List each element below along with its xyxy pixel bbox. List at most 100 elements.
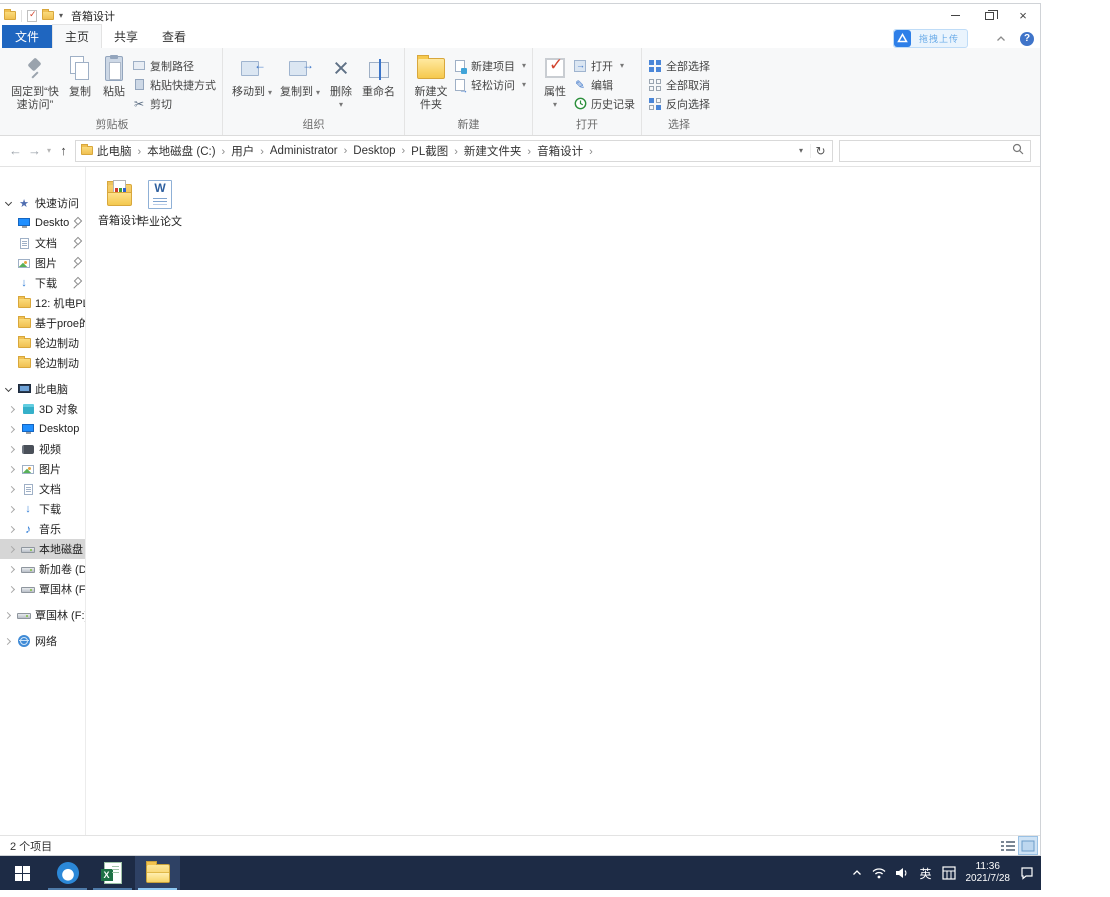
- address-bar[interactable]: 此电脑 本地磁盘 (C:) 用户 Administrator Desktop P…: [75, 139, 833, 162]
- help-icon[interactable]: [1020, 31, 1034, 46]
- paste-button[interactable]: 粘贴: [98, 50, 130, 99]
- sidebar-item-videos[interactable]: 视频: [0, 439, 85, 459]
- sidebar-item-pc-downloads[interactable]: 下载: [0, 499, 85, 519]
- open-button[interactable]: 打开: [573, 57, 635, 74]
- sidebar-network[interactable]: 网络: [0, 631, 85, 651]
- folder-icon[interactable]: [4, 9, 16, 20]
- sidebar-item-pc-documents[interactable]: 文档: [0, 479, 85, 499]
- breadcrumb-users[interactable]: 用户: [229, 143, 266, 159]
- breadcrumb-local-disk-c[interactable]: 本地磁盘 (C:): [145, 143, 227, 159]
- chevron-right-icon[interactable]: [4, 611, 13, 620]
- properties-icon[interactable]: [27, 9, 37, 22]
- breadcrumb-desktop[interactable]: Desktop: [351, 145, 407, 157]
- sidebar-item-folder-plc[interactable]: 12: 机电PLC (29张: [0, 293, 85, 313]
- large-icons-view-icon[interactable]: [1018, 836, 1038, 855]
- edit-button[interactable]: 编辑: [573, 76, 635, 93]
- sidebar-this-pc[interactable]: 此电脑: [0, 379, 85, 399]
- easy-access-button[interactable]: 轻松访问: [453, 76, 526, 95]
- ime-language-indicator[interactable]: 英: [914, 865, 936, 882]
- chevron-right-icon[interactable]: [8, 565, 17, 574]
- delete-dropdown-icon[interactable]: ▾: [339, 101, 343, 109]
- taskbar-clock[interactable]: 11:36 2021/7/28: [961, 861, 1016, 885]
- new-folder-icon[interactable]: [42, 9, 54, 20]
- copy-path-button[interactable]: 复制路径: [132, 57, 216, 74]
- back-button[interactable]: [6, 143, 25, 158]
- search-box[interactable]: [839, 139, 1031, 162]
- show-hidden-icons-button[interactable]: [847, 869, 867, 877]
- sidebar-item-pc-pictures[interactable]: 图片: [0, 459, 85, 479]
- restore-button[interactable]: [972, 4, 1006, 27]
- breadcrumb-administrator[interactable]: Administrator: [268, 145, 349, 157]
- file-item-speaker-design-folder[interactable]: 音箱设计: [98, 180, 142, 228]
- chevron-down-icon[interactable]: [4, 199, 13, 208]
- netdisk-upload-badge[interactable]: 拖拽上传: [892, 29, 968, 48]
- chevron-right-icon[interactable]: [4, 637, 13, 646]
- new-folder-button[interactable]: 新建文件夹: [411, 50, 451, 112]
- details-view-icon[interactable]: [999, 837, 1017, 854]
- sidebar-item-folder-proe[interactable]: 基于proe的汽车闸: [0, 313, 85, 333]
- chevron-right-icon[interactable]: [8, 405, 17, 414]
- chevron-right-icon[interactable]: [8, 545, 17, 554]
- tab-file[interactable]: 文件: [2, 25, 53, 48]
- sidebar-item-pictures[interactable]: 图片: [0, 253, 85, 273]
- sidebar-item-drive-f[interactable]: 覃国林 (F:): [0, 579, 85, 599]
- invert-selection-button[interactable]: 反向选择: [648, 95, 710, 112]
- file-list-area[interactable]: 音箱设计 W 毕业论文: [86, 167, 1040, 835]
- breadcrumb-pl-screenshots[interactable]: PL截图: [409, 143, 460, 159]
- delete-button[interactable]: 删除 ▾: [325, 50, 357, 109]
- collapse-ribbon-icon[interactable]: [996, 35, 1006, 43]
- properties-dropdown-icon[interactable]: ▾: [553, 101, 557, 109]
- sidebar-root-drive-f[interactable]: 覃国林 (F:): [0, 605, 85, 625]
- cut-button[interactable]: 剪切: [132, 95, 216, 112]
- sidebar-item-folder-wheel-brake-1[interactable]: 轮边制动: [0, 333, 85, 353]
- ime-toolbar-icon[interactable]: [937, 866, 961, 880]
- taskbar-file-explorer-button[interactable]: [135, 856, 180, 890]
- properties-button[interactable]: 属性 ▾: [539, 50, 571, 109]
- volume-icon[interactable]: [891, 867, 914, 879]
- recent-locations-dropdown-icon[interactable]: [44, 146, 54, 155]
- select-none-button[interactable]: 全部取消: [648, 76, 710, 93]
- qat-customize-dropdown-icon[interactable]: ▾: [59, 11, 63, 20]
- chevron-right-icon[interactable]: [8, 485, 17, 494]
- start-button[interactable]: [0, 856, 45, 890]
- chevron-right-icon[interactable]: [8, 425, 17, 434]
- tab-home[interactable]: 主页: [52, 24, 103, 48]
- file-item-thesis-word-doc[interactable]: W 毕业论文: [138, 180, 182, 229]
- taskbar-browser-button[interactable]: [45, 856, 90, 890]
- address-dropdown-icon[interactable]: [792, 146, 810, 155]
- sidebar-item-folder-wheel-brake-2[interactable]: 轮边制动: [0, 353, 85, 373]
- network-icon[interactable]: [867, 867, 891, 879]
- chevron-right-icon[interactable]: [8, 465, 17, 474]
- close-button[interactable]: ×: [1006, 4, 1040, 27]
- minimize-button[interactable]: [938, 4, 972, 27]
- netdisk-upload-label[interactable]: 拖拽上传: [911, 30, 967, 47]
- breadcrumb-new-folder[interactable]: 新建文件夹: [462, 143, 533, 159]
- copy-button[interactable]: 复制: [64, 50, 96, 99]
- chevron-right-icon[interactable]: [8, 585, 17, 594]
- tab-view[interactable]: 查看: [150, 25, 198, 48]
- chevron-right-icon[interactable]: [8, 445, 17, 454]
- search-input[interactable]: [844, 144, 1012, 157]
- chevron-right-icon[interactable]: [8, 525, 17, 534]
- sidebar-item-new-volume-d[interactable]: 新加卷 (D:): [0, 559, 85, 579]
- pin-to-quick-access-button[interactable]: 固定到“快速访问”: [8, 50, 62, 112]
- chevron-right-icon[interactable]: [8, 505, 17, 514]
- breadcrumb-speaker-design[interactable]: 音箱设计: [535, 143, 595, 159]
- sidebar-item-desktop[interactable]: Desktop: [0, 213, 85, 233]
- sidebar-item-documents[interactable]: 文档: [0, 233, 85, 253]
- tab-share[interactable]: 共享: [102, 25, 150, 48]
- copy-to-button[interactable]: 复制到: [277, 50, 323, 99]
- up-button[interactable]: [54, 143, 73, 158]
- select-all-button[interactable]: 全部选择: [648, 57, 710, 74]
- sidebar-item-pc-desktop[interactable]: Desktop: [0, 419, 85, 439]
- action-center-button[interactable]: [1015, 866, 1039, 880]
- chevron-down-icon[interactable]: [4, 385, 13, 394]
- history-button[interactable]: 历史记录: [573, 95, 635, 112]
- forward-button[interactable]: [25, 143, 44, 158]
- breadcrumb-this-pc[interactable]: 此电脑: [95, 143, 143, 159]
- rename-button[interactable]: 重命名: [359, 50, 398, 99]
- sidebar-quick-access[interactable]: 快速访问: [0, 193, 85, 213]
- sidebar-item-3d-objects[interactable]: 3D 对象: [0, 399, 85, 419]
- move-to-button[interactable]: 移动到: [229, 50, 275, 99]
- sidebar-item-music[interactable]: 音乐: [0, 519, 85, 539]
